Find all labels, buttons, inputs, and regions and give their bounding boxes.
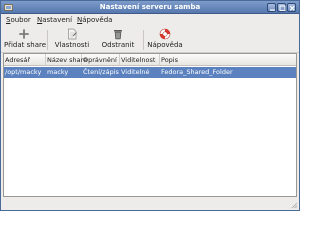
- toolbar: Přidat share Vlastnosti Odstranit Nápově…: [1, 26, 299, 53]
- cell-permissions: Čtení/zápis: [83, 68, 119, 76]
- menu-file[interactable]: Soubor: [6, 15, 31, 25]
- help-button[interactable]: Nápověda: [147, 27, 183, 52]
- table-row[interactable]: /opt/macky macky Čtení/zápis Viditelné F…: [4, 67, 296, 78]
- samba-window: Nastavení serveru samba Soubor Nastavení…: [0, 0, 300, 211]
- plus-icon: [18, 28, 30, 40]
- column-header-permissions[interactable]: Oprávnění: [82, 54, 120, 66]
- close-icon: [289, 5, 295, 11]
- properties-button[interactable]: Vlastnosti: [51, 27, 93, 52]
- menu-settings[interactable]: Nastavení: [37, 15, 72, 25]
- status-bar: [1, 199, 299, 210]
- shares-list[interactable]: Adresář Název share Oprávnění Viditelnos…: [3, 53, 297, 197]
- cell-directory: /opt/macky: [5, 68, 42, 76]
- toolbar-separator: [47, 30, 48, 50]
- menu-help[interactable]: Nápověda: [77, 15, 112, 25]
- menu-bar: Soubor Nastavení Nápověda: [1, 14, 299, 26]
- toolbar-separator: [143, 30, 144, 50]
- maximize-button[interactable]: [277, 3, 286, 12]
- delete-button[interactable]: Odstranit: [96, 27, 140, 52]
- column-header-visibility[interactable]: Viditelnost: [120, 54, 160, 66]
- column-header-directory[interactable]: Adresář: [4, 54, 46, 66]
- lifebuoy-icon: [159, 28, 171, 40]
- minimize-icon: [270, 9, 275, 11]
- resize-grip-icon[interactable]: [290, 201, 298, 209]
- cell-visibility: Viditelné: [121, 68, 150, 76]
- properties-label: Vlastnosti: [54, 41, 90, 49]
- minimize-button[interactable]: [267, 3, 276, 12]
- title-bar[interactable]: Nastavení serveru samba: [1, 1, 299, 14]
- maximize-icon: [279, 5, 286, 11]
- add-share-label: Přidat share: [4, 41, 47, 49]
- column-header-share-name[interactable]: Název share: [46, 54, 87, 66]
- window-title: Nastavení serveru samba: [99, 3, 201, 11]
- column-header-description[interactable]: Popis: [160, 54, 296, 66]
- trash-icon: [112, 28, 124, 40]
- list-header: Adresář Název share Oprávnění Viditelnos…: [4, 54, 296, 66]
- help-label: Nápověda: [147, 41, 183, 49]
- close-button[interactable]: [287, 3, 296, 12]
- delete-label: Odstranit: [101, 41, 135, 49]
- cell-description: Fedora_Shared_Folder: [161, 68, 233, 76]
- document-properties-icon: [66, 28, 78, 40]
- cell-share-name: macky: [47, 68, 69, 76]
- add-share-button[interactable]: Přidat share: [4, 27, 47, 52]
